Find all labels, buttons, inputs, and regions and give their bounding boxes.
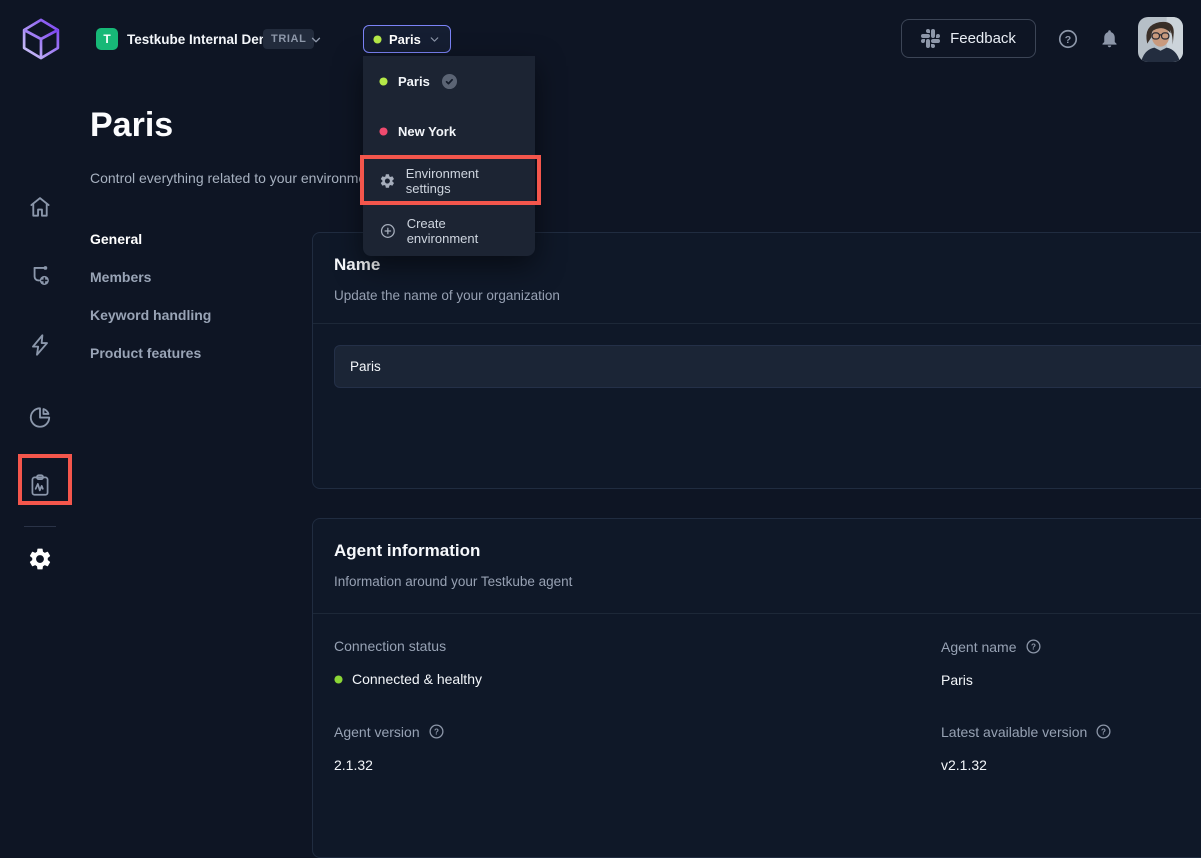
latest-version-label: Latest available version [941, 724, 1087, 740]
environment-selector-label: Paris [389, 32, 421, 47]
card-divider [313, 323, 1201, 324]
dropdown-item-create-environment[interactable]: Create environment [363, 206, 535, 256]
gear-icon [379, 172, 396, 190]
nav-item-keyword-handling[interactable]: Keyword handling [90, 307, 211, 323]
sidebar-workflows-icon[interactable] [27, 262, 53, 288]
testkube-logo-icon [14, 9, 68, 69]
notifications-bell-icon[interactable] [1099, 28, 1120, 49]
org-avatar-badge[interactable]: T [96, 28, 118, 50]
settings-nav: General Members Keyword handling Product… [90, 231, 211, 383]
paris-env-dot [379, 77, 388, 86]
connection-status-dot [334, 675, 343, 684]
connection-status-label: Connection status [334, 638, 482, 654]
latest-version-field: Latest available version ? v2.1.32 [941, 723, 1112, 773]
org-chevron-down-icon[interactable] [309, 33, 323, 47]
help-icon[interactable]: ? [428, 723, 445, 740]
name-card: Name Update the name of your organizatio… [312, 232, 1201, 489]
agent-name-field: Agent name ? Paris [941, 638, 1042, 688]
nav-item-general[interactable]: General [90, 231, 211, 247]
feedback-label: Feedback [950, 30, 1016, 47]
sidebar-settings-gear-icon[interactable] [27, 546, 53, 572]
environment-selector-button[interactable]: Paris [363, 25, 451, 53]
agent-card-title: Agent information [334, 541, 1201, 561]
sidebar-insights-icon[interactable] [27, 404, 53, 430]
dropdown-item-new-york[interactable]: New York [363, 106, 535, 156]
page-title: Paris [90, 106, 173, 145]
trial-badge: TRIAL [263, 29, 314, 49]
org-name-input[interactable] [334, 345, 1201, 388]
help-icon[interactable]: ? [1095, 723, 1112, 740]
user-avatar-image [1138, 17, 1183, 62]
env-status-dot [373, 35, 382, 44]
sidebar-divider [24, 526, 56, 527]
sidebar-home-icon[interactable] [27, 194, 53, 220]
sidebar-triggers-icon[interactable] [27, 332, 53, 358]
slack-icon [921, 29, 940, 48]
agent-name-value: Paris [941, 672, 973, 688]
help-icon[interactable]: ? [1057, 28, 1079, 50]
dropdown-item-environment-settings[interactable]: Environment settings [363, 156, 535, 206]
svg-text:?: ? [1065, 34, 1071, 46]
plus-circle-icon [379, 222, 397, 240]
environment-dropdown: Paris New York Environment settings Crea… [363, 56, 535, 256]
dropdown-paris-label: Paris [398, 74, 430, 89]
dropdown-item-paris[interactable]: Paris [363, 56, 535, 106]
connection-status-field: Connection status Connected & healthy [334, 638, 482, 687]
svg-text:?: ? [1101, 727, 1106, 736]
connection-status-value: Connected & healthy [352, 671, 482, 687]
agent-card-subtitle: Information around your Testkube agent [334, 574, 1201, 589]
sidebar-monitoring-icon[interactable] [27, 472, 53, 498]
agent-version-value: 2.1.32 [334, 757, 373, 773]
newyork-env-dot [379, 127, 388, 136]
selected-check-icon [440, 72, 459, 91]
feedback-button[interactable]: Feedback [901, 19, 1036, 58]
help-icon[interactable]: ? [1025, 638, 1042, 655]
name-card-subtitle: Update the name of your organization [334, 288, 1201, 303]
org-initial: T [103, 32, 110, 46]
dropdown-environment-settings-label: Environment settings [406, 166, 519, 196]
latest-version-value: v2.1.32 [941, 757, 987, 773]
sidebar [0, 80, 80, 765]
chevron-down-icon [428, 33, 441, 46]
org-name[interactable]: Testkube Internal Demo [127, 32, 279, 47]
dropdown-create-environment-label: Create environment [407, 216, 519, 246]
agent-version-field: Agent version ? 2.1.32 [334, 723, 445, 773]
user-avatar[interactable] [1138, 17, 1183, 62]
nav-item-members[interactable]: Members [90, 269, 211, 285]
svg-text:?: ? [1031, 642, 1036, 651]
nav-item-product-features[interactable]: Product features [90, 345, 211, 361]
agent-version-label: Agent version [334, 724, 420, 740]
card-divider [313, 613, 1201, 614]
dropdown-newyork-label: New York [398, 124, 456, 139]
svg-text:?: ? [434, 727, 439, 736]
agent-info-card: Agent information Information around you… [312, 518, 1201, 858]
agent-name-label: Agent name [941, 639, 1017, 655]
topbar: T Testkube Internal Demo TRIAL Paris Fee… [0, 0, 1201, 80]
name-card-title: Name [334, 255, 1201, 275]
